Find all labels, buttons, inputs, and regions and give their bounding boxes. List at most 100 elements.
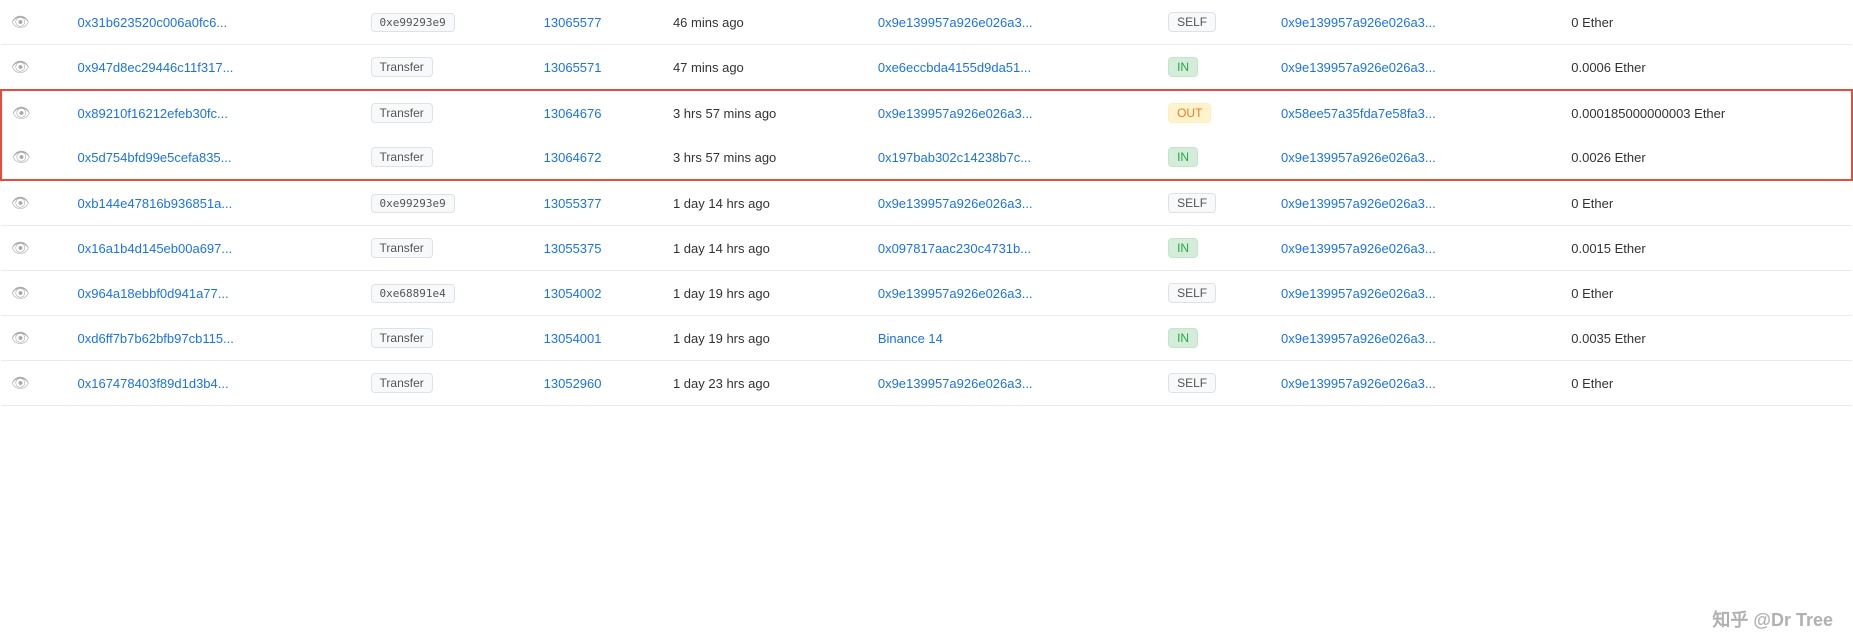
- block-link[interactable]: 13055377: [544, 196, 602, 211]
- block-link[interactable]: 13065571: [544, 60, 602, 75]
- direction-cell: SELF: [1158, 271, 1271, 316]
- block-link[interactable]: 13064676: [544, 106, 602, 121]
- to-cell: 0x9e139957a926e026a3...: [1271, 226, 1561, 271]
- tx-hash-link[interactable]: 0xd6ff7b7b62bfb97cb115...: [78, 331, 234, 346]
- block-link[interactable]: 13065577: [544, 15, 602, 30]
- method-cell: Transfer: [361, 361, 534, 406]
- block-cell: 13064672: [534, 135, 663, 180]
- block-cell: 13065577: [534, 0, 663, 45]
- method-badge[interactable]: Transfer: [371, 238, 433, 258]
- direction-badge: SELF: [1168, 12, 1216, 32]
- tx-hash-cell: 0x167478403f89d1d3b4...: [68, 361, 361, 406]
- table-row: 👁 0x964a18ebbf0d941a77... 0xe68891e4 130540…: [1, 271, 1852, 316]
- value-cell: 0 Ether: [1561, 271, 1852, 316]
- value-cell: 0.0015 Ether: [1561, 226, 1852, 271]
- eye-icon[interactable]: 👁: [12, 149, 31, 166]
- table-row: 👁 0x167478403f89d1d3b4... Transfer 13052960…: [1, 361, 1852, 406]
- to-cell: 0x9e139957a926e026a3...: [1271, 271, 1561, 316]
- to-link[interactable]: 0x58ee57a35fda7e58fa3...: [1281, 106, 1436, 121]
- tx-hash-link[interactable]: 0x964a18ebbf0d941a77...: [78, 286, 229, 301]
- eye-icon[interactable]: 👁: [11, 375, 30, 392]
- to-link[interactable]: 0x9e139957a926e026a3...: [1281, 376, 1436, 391]
- from-link[interactable]: Binance 14: [878, 331, 943, 346]
- block-cell: 13054001: [534, 316, 663, 361]
- from-cell: 0x9e139957a926e026a3...: [868, 271, 1158, 316]
- method-badge[interactable]: Transfer: [371, 328, 433, 348]
- direction-badge: OUT: [1168, 103, 1211, 123]
- to-cell: 0x9e139957a926e026a3...: [1271, 180, 1561, 226]
- block-cell: 13055377: [534, 180, 663, 226]
- value-cell: 0 Ether: [1561, 0, 1852, 45]
- tx-hash-link[interactable]: 0x167478403f89d1d3b4...: [78, 376, 229, 391]
- to-link[interactable]: 0x9e139957a926e026a3...: [1281, 331, 1436, 346]
- method-badge[interactable]: Transfer: [371, 147, 433, 167]
- from-link[interactable]: 0x9e139957a926e026a3...: [878, 376, 1033, 391]
- method-badge[interactable]: 0xe99293e9: [371, 194, 455, 213]
- from-link[interactable]: 0x197bab302c14238b7c...: [878, 150, 1031, 165]
- from-link[interactable]: 0x9e139957a926e026a3...: [878, 196, 1033, 211]
- to-cell: 0x9e139957a926e026a3...: [1271, 135, 1561, 180]
- to-link[interactable]: 0x9e139957a926e026a3...: [1281, 196, 1436, 211]
- from-link[interactable]: 0x9e139957a926e026a3...: [878, 106, 1033, 121]
- block-link[interactable]: 13054002: [544, 286, 602, 301]
- direction-cell: OUT: [1158, 90, 1271, 135]
- tx-hash-cell: 0x31b623520c006a0fc6...: [68, 0, 361, 45]
- eye-cell: 👁: [1, 226, 68, 271]
- to-link[interactable]: 0x9e139957a926e026a3...: [1281, 286, 1436, 301]
- method-cell: Transfer: [361, 45, 534, 91]
- from-link[interactable]: 0x9e139957a926e026a3...: [878, 286, 1033, 301]
- eye-icon[interactable]: 👁: [11, 195, 30, 212]
- from-link[interactable]: 0x9e139957a926e026a3...: [878, 15, 1033, 30]
- age-cell: 46 mins ago: [663, 0, 868, 45]
- from-cell: 0xe6eccbda4155d9da51...: [868, 45, 1158, 91]
- tx-hash-link[interactable]: 0xb144e47816b936851a...: [78, 196, 233, 211]
- transactions-table: 👁 0x31b623520c006a0fc6... 0xe99293e9 130655…: [0, 0, 1853, 406]
- eye-cell: 👁: [1, 0, 68, 45]
- tx-hash-link[interactable]: 0x89210f16212efeb30fc...: [78, 106, 228, 121]
- block-cell: 13055375: [534, 226, 663, 271]
- tx-hash-cell: 0x964a18ebbf0d941a77...: [68, 271, 361, 316]
- method-cell: Transfer: [361, 135, 534, 180]
- eye-icon[interactable]: 👁: [11, 59, 30, 76]
- block-link[interactable]: 13064672: [544, 150, 602, 165]
- eye-cell: 👁: [1, 180, 68, 226]
- age-cell: 1 day 19 hrs ago: [663, 316, 868, 361]
- from-cell: 0x9e139957a926e026a3...: [868, 361, 1158, 406]
- to-link[interactable]: 0x9e139957a926e026a3...: [1281, 150, 1436, 165]
- method-badge[interactable]: Transfer: [371, 373, 433, 393]
- eye-icon[interactable]: 👁: [11, 240, 30, 257]
- method-badge[interactable]: Transfer: [371, 57, 433, 77]
- to-link[interactable]: 0x9e139957a926e026a3...: [1281, 60, 1436, 75]
- block-link[interactable]: 13054001: [544, 331, 602, 346]
- tx-hash-link[interactable]: 0x31b623520c006a0fc6...: [78, 15, 228, 30]
- direction-badge: SELF: [1168, 193, 1216, 213]
- tx-hash-cell: 0x5d754bfd99e5cefa835...: [68, 135, 361, 180]
- eye-icon[interactable]: 👁: [11, 14, 30, 31]
- tx-hash-link[interactable]: 0x5d754bfd99e5cefa835...: [78, 150, 232, 165]
- to-link[interactable]: 0x9e139957a926e026a3...: [1281, 241, 1436, 256]
- eye-icon[interactable]: 👁: [12, 105, 31, 122]
- method-badge[interactable]: 0xe68891e4: [371, 284, 455, 303]
- from-link[interactable]: 0x097817aac230c4731b...: [878, 241, 1031, 256]
- tx-hash-link[interactable]: 0x16a1b4d145eb00a697...: [78, 241, 233, 256]
- direction-cell: IN: [1158, 135, 1271, 180]
- age-cell: 1 day 23 hrs ago: [663, 361, 868, 406]
- block-link[interactable]: 13055375: [544, 241, 602, 256]
- to-cell: 0x9e139957a926e026a3...: [1271, 316, 1561, 361]
- from-cell: 0x197bab302c14238b7c...: [868, 135, 1158, 180]
- method-badge[interactable]: 0xe99293e9: [371, 13, 455, 32]
- eye-cell: 👁: [1, 271, 68, 316]
- to-cell: 0x9e139957a926e026a3...: [1271, 45, 1561, 91]
- tx-hash-link[interactable]: 0x947d8ec29446c11f317...: [78, 60, 234, 75]
- from-cell: 0x9e139957a926e026a3...: [868, 0, 1158, 45]
- to-link[interactable]: 0x9e139957a926e026a3...: [1281, 15, 1436, 30]
- eye-icon[interactable]: 👁: [11, 285, 30, 302]
- direction-cell: IN: [1158, 226, 1271, 271]
- from-link[interactable]: 0xe6eccbda4155d9da51...: [878, 60, 1031, 75]
- block-link[interactable]: 13052960: [544, 376, 602, 391]
- direction-badge: IN: [1168, 238, 1198, 258]
- eye-icon[interactable]: 👁: [11, 330, 30, 347]
- table-row: 👁 0x89210f16212efeb30fc... Transfer 1306467…: [1, 90, 1852, 135]
- block-cell: 13052960: [534, 361, 663, 406]
- method-badge[interactable]: Transfer: [371, 103, 433, 123]
